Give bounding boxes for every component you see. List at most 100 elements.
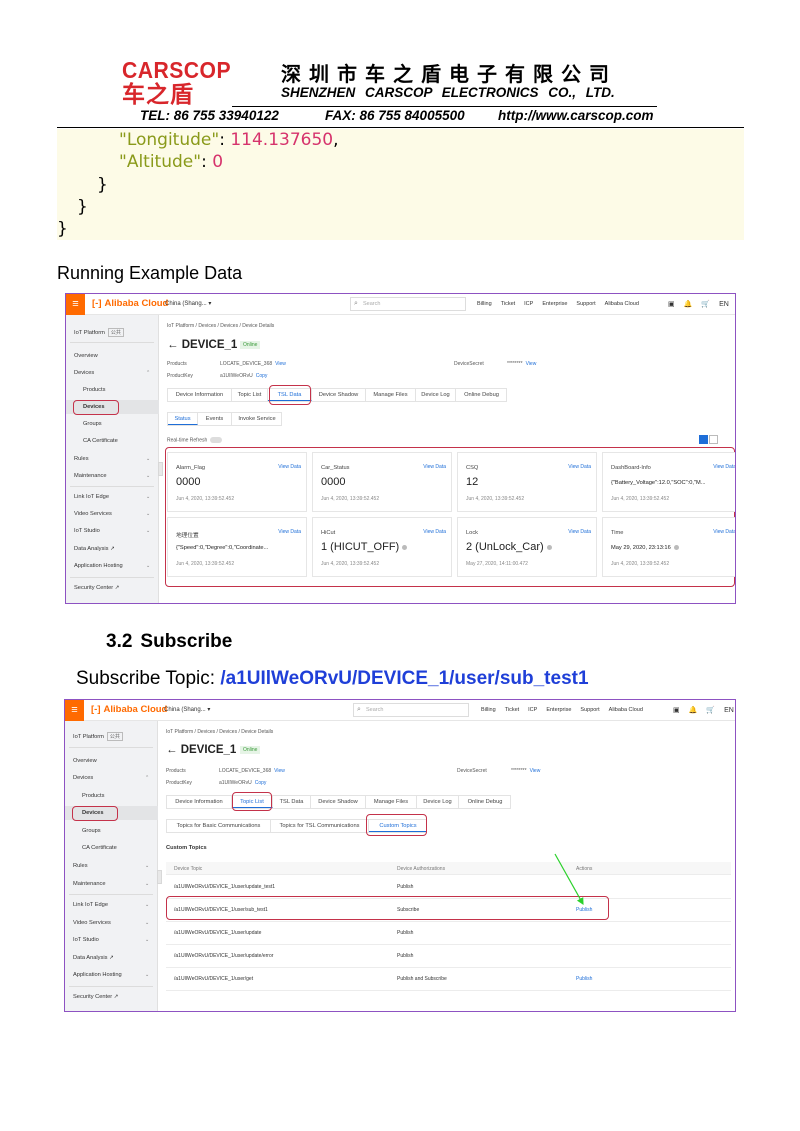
nav-alibaba-cloud[interactable]: Alibaba Cloud: [605, 301, 639, 307]
info-icon[interactable]: [402, 544, 408, 550]
nav-ticket[interactable]: Ticket: [501, 301, 515, 307]
tab-device-log[interactable]: Device Log: [416, 389, 456, 401]
info-icon[interactable]: [546, 544, 552, 550]
region-label: China (Shang...: [165, 301, 207, 307]
product-name: LOCATE_DEVICE_368: [220, 361, 273, 367]
realtime-refresh-label: Real-time Refresh: [167, 437, 208, 444]
bell-icon[interactable]: 🔔: [684, 301, 693, 308]
tsl-card: 地理位置 View Data {"Speed":0,"Degree":0,"Coor…: [167, 517, 307, 577]
sidebar-divider: [70, 342, 154, 343]
breadcrumb: IoT Platform / Devices / Devices / Devic…: [167, 323, 274, 329]
card-value-text: 2 (UnLock_Car): [466, 541, 544, 553]
sidebar-item-products[interactable]: Products: [83, 387, 105, 393]
sidebar-item-groups[interactable]: Groups: [83, 421, 102, 427]
section-number: 3.2: [106, 631, 133, 652]
code-brace: }: [77, 197, 88, 217]
breadcrumb-item[interactable]: Devices: [220, 323, 238, 329]
sidebar-item-link-iot-edge[interactable]: Link IoT Edge: [74, 494, 109, 500]
view-data-link[interactable]: View Data: [278, 464, 301, 470]
product-label: Products: [167, 361, 187, 367]
tab-device-information[interactable]: Device Information: [168, 389, 232, 401]
back-arrow-icon[interactable]: ←: [167, 339, 179, 351]
sidebar-item-devices-group[interactable]: Devices: [74, 370, 94, 376]
sidebar-item-application-hosting[interactable]: Application Hosting: [74, 563, 123, 569]
secret-text: ********: [507, 361, 523, 367]
chevron-down-icon: ⌄: [146, 563, 151, 569]
tab-topic-list[interactable]: Topic List: [232, 389, 268, 401]
card-value: 2 (UnLock_Car): [466, 541, 552, 553]
external-link-icon: ↗: [114, 585, 120, 591]
card-value-text: 12: [466, 476, 479, 488]
card-timestamp: Jun 4, 2020, 13:39:52.452: [466, 496, 525, 502]
view-data-link[interactable]: View Data: [568, 464, 591, 470]
view-link[interactable]: View: [275, 361, 286, 367]
subtab-events[interactable]: Events: [198, 413, 232, 425]
alibaba-brand-text: Alibaba Cloud: [104, 298, 169, 309]
language-switch[interactable]: EN: [719, 301, 729, 308]
tsl-card: Alarm_Flag View Data 0000 Jun 4, 2020, 13:3…: [167, 452, 307, 512]
view-data-link[interactable]: View Data: [568, 529, 591, 535]
breadcrumb-item[interactable]: IoT Platform: [167, 323, 194, 329]
nav-enterprise[interactable]: Enterprise: [542, 301, 567, 307]
info-icon[interactable]: [673, 545, 679, 550]
card-name: Lock: [466, 530, 479, 536]
nav-billing[interactable]: Billing: [477, 301, 492, 307]
tab-manage-files[interactable]: Manage Files: [366, 389, 416, 401]
sidebar-item-overview[interactable]: Overview: [74, 353, 98, 359]
code-colon: :: [219, 130, 231, 150]
sidebar-badge: 公共: [107, 328, 124, 337]
sidebar-item-label: Data Analysis: [74, 546, 109, 552]
message-icon[interactable]: ▣: [668, 301, 675, 308]
chevron-down-icon: ⌄: [146, 494, 151, 500]
code-key: "Altitude": [119, 152, 202, 172]
breadcrumb-item[interactable]: Devices: [198, 323, 216, 329]
breadcrumb-sep: /: [195, 323, 197, 329]
region-selector[interactable]: China (Shang... ▾: [165, 300, 211, 307]
search-input[interactable]: ⌕ Search: [350, 297, 466, 311]
logo-text-cn: 车之盾: [122, 82, 194, 108]
sidebar-item-video-services[interactable]: Video Services: [74, 511, 112, 517]
productkey-value: a1UIlWeORvU Copy: [220, 373, 267, 379]
code-comma: ,: [333, 130, 339, 150]
sidebar-item-rules[interactable]: Rules: [74, 456, 89, 462]
tsl-card: Car_Status View Data 0000 Jun 4, 2020, 13:3…: [312, 452, 452, 512]
caret-down-icon: ▾: [208, 301, 212, 307]
highlight-devices: [73, 400, 119, 415]
nav-support[interactable]: Support: [576, 301, 595, 307]
nav-icp[interactable]: ICP: [524, 301, 533, 307]
sidebar-item-security-center[interactable]: Security Center ↗: [74, 585, 120, 591]
console-topbar: ≡ [-] Alibaba Cloud China (Shang... ▾ ⌕ Se…: [66, 294, 735, 315]
card-name: Time: [611, 530, 624, 536]
fax: FAX: 86 755 84005500: [325, 108, 465, 123]
product-value: LOCATE_DEVICE_368 View: [220, 361, 286, 367]
sidebar-item-maintenance[interactable]: Maintenance: [74, 473, 107, 479]
sidebar-item-data-analysis[interactable]: Data Analysis ↗: [74, 546, 115, 552]
tab-online-debug[interactable]: Online Debug: [456, 389, 507, 401]
card-timestamp: Jun 4, 2020, 13:39:52.452: [611, 496, 670, 502]
view-data-link[interactable]: View Data: [713, 464, 735, 470]
section-heading: 3.2 Subscribe: [106, 631, 232, 653]
cart-icon[interactable]: 🛒: [701, 301, 710, 308]
card-value-text: 1 (HICUT_OFF): [321, 541, 400, 553]
realtime-toggle[interactable]: [210, 437, 223, 443]
card-name: CSQ: [466, 465, 479, 471]
code-colon: :: [201, 152, 213, 172]
subtab-status[interactable]: Status: [168, 413, 198, 425]
subtab-invoke-service[interactable]: Invoke Service: [232, 413, 282, 425]
grid-view-icon[interactable]: [699, 435, 708, 444]
card-name: 地理位置: [176, 533, 199, 539]
list-view-icon[interactable]: [709, 435, 718, 444]
sidebar-item-iot-studio[interactable]: IoT Studio: [74, 528, 100, 534]
sidebar-item-ca-certificate[interactable]: CA Certificate: [83, 438, 118, 444]
view-data-link[interactable]: View Data: [278, 529, 301, 535]
view-data-link[interactable]: View Data: [423, 529, 446, 535]
view-data-link[interactable]: View Data: [713, 529, 735, 535]
view-secret-link[interactable]: View: [526, 361, 537, 367]
copy-link[interactable]: Copy: [256, 373, 268, 379]
tsl-card: HiCut View Data 1 (HICUT_OFF) Jun 4, 2020, …: [312, 517, 452, 577]
view-data-link[interactable]: View Data: [423, 464, 446, 470]
alibaba-cloud-logo[interactable]: [-] Alibaba Cloud: [92, 298, 168, 309]
tab-device-shadow[interactable]: Device Shadow: [312, 389, 366, 401]
sidebar-collapse-handle[interactable]: [158, 462, 163, 476]
menu-icon[interactable]: ≡: [66, 294, 85, 315]
